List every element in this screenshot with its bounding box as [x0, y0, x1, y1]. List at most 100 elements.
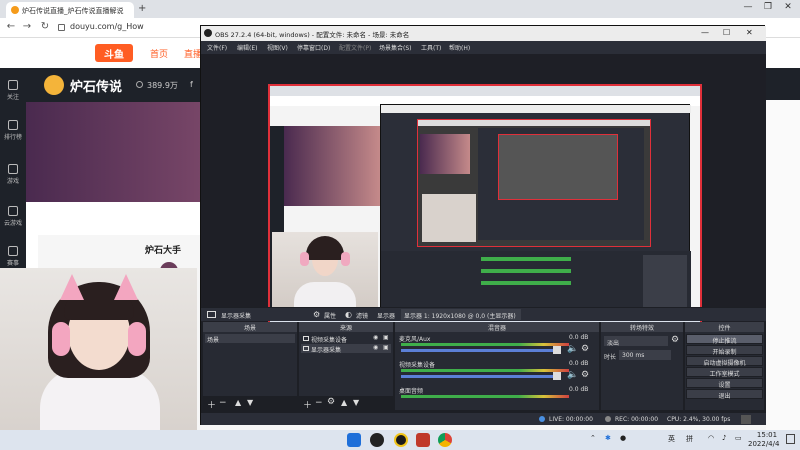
new-tab-button[interactable]: + [138, 3, 146, 14]
volume-icon[interactable]: ♪ [722, 434, 726, 442]
back-button[interactable]: ← [4, 21, 18, 32]
filter-icon[interactable]: ◐ [345, 310, 352, 319]
gear-icon[interactable]: ⚙ [313, 310, 320, 319]
lock-icon[interactable]: ▣ [383, 334, 389, 341]
chrome-taskbar-icon[interactable] [438, 433, 452, 447]
menu-tools[interactable]: 工具(T) [421, 43, 441, 52]
source-item-display[interactable]: 显示器采集 ◉ ▣ [301, 344, 391, 354]
channel-name: 麦克风/Aux [399, 336, 431, 343]
headphone-right-icon [128, 322, 146, 356]
stop-streaming-button[interactable]: 停止推流 [686, 334, 763, 345]
scene-item[interactable]: 场景 [205, 334, 295, 344]
source-add-button[interactable]: ＋ [303, 398, 312, 411]
ime-indicator[interactable]: 拼 [686, 434, 693, 444]
nested2-preview [498, 134, 618, 200]
volume-slider[interactable] [401, 375, 557, 378]
eye-icon[interactable]: ◉ [373, 334, 378, 341]
notification-icon[interactable] [786, 434, 795, 444]
reload-button[interactable]: ↻ [38, 21, 52, 32]
restore-button[interactable]: ❐ [760, 2, 776, 12]
sidebar-item-rank[interactable]: 排行榜 [0, 120, 26, 141]
tray-chevron-icon[interactable]: ⌃ [590, 434, 596, 442]
nested-headphone-right [341, 252, 350, 266]
obs-title-bar: OBS 27.2.4 (64-bit, windows) - 配置文件: 未命名… [201, 26, 766, 41]
studio-mode-button[interactable]: 工作室模式 [686, 367, 763, 378]
heart-icon [8, 80, 18, 90]
start-virtual-camera-button[interactable]: 启动虚拟摄像机 [686, 356, 763, 367]
nested2-webcam [422, 194, 476, 242]
filters-button[interactable]: 滤镜 [356, 311, 368, 320]
gear-icon[interactable]: ⚙ [581, 344, 589, 354]
obs-close-button[interactable]: ✕ [746, 28, 753, 37]
source-remove-button[interactable]: − [315, 398, 323, 408]
url-input[interactable]: douyu.com/g_How [70, 22, 144, 31]
volume-slider[interactable] [401, 349, 557, 352]
preview-canvas[interactable] [268, 84, 702, 328]
obs-maximize-button[interactable]: ☐ [723, 28, 730, 37]
sidebar-item-follow[interactable]: 关注 [0, 80, 26, 101]
properties-button[interactable]: 属性 [324, 311, 336, 320]
duration-input[interactable]: 300 ms [619, 350, 671, 360]
transition-select[interactable]: 淡出 [604, 336, 668, 347]
menu-scene-collection[interactable]: 场景集合(S) [379, 43, 412, 52]
menu-edit[interactable]: 编辑(E) [237, 43, 257, 52]
scene-add-button[interactable]: ＋ [207, 398, 216, 411]
scene-up-button[interactable]: ▲ [235, 398, 241, 407]
forward-button[interactable]: → [20, 21, 34, 32]
mixer-dock: 混音器 麦克风/Aux 0.0 dB 🔈 ⚙ 视频采集设备 0.0 dB 🔈 ⚙… [395, 322, 599, 410]
menu-profile[interactable]: 配置文件(P) [339, 43, 371, 52]
exit-button[interactable]: 退出 [686, 389, 763, 400]
tray-app-icon[interactable]: ● [620, 434, 626, 442]
slider-handle[interactable] [553, 346, 561, 354]
gear-icon[interactable]: ⚙ [581, 370, 589, 380]
minimize-button[interactable]: — [740, 2, 756, 12]
follower-unit: f [190, 80, 193, 89]
close-button[interactable]: ✕ [780, 2, 796, 12]
scene-down-button[interactable]: ▼ [247, 398, 253, 407]
douyu-logo[interactable]: 斗鱼 [95, 44, 133, 62]
menu-help[interactable]: 帮助(H) [449, 43, 470, 52]
start-windows-icon[interactable] [347, 433, 361, 447]
speaker-icon[interactable]: 🔈 [567, 370, 578, 380]
bluetooth-icon[interactable]: ✱ [605, 434, 611, 442]
source-toolbar: 显示器采集 ⚙ 属性 ◐ 滤镜 显示器 显示器 1: 1920x1080 @ 0… [201, 307, 766, 321]
clock-time[interactable]: 15:01 [752, 431, 782, 439]
lock-icon[interactable]: ▣ [383, 344, 389, 351]
source-down-button[interactable]: ▼ [353, 398, 359, 407]
nav-home[interactable]: 首页 [150, 47, 168, 60]
app2-taskbar-icon[interactable] [416, 433, 430, 447]
menu-file[interactable]: 文件(F) [207, 43, 227, 52]
sidebar-item-cloud-games[interactable]: 云游戏 [0, 206, 26, 227]
eye-icon[interactable]: ◉ [373, 344, 378, 351]
language-indicator[interactable]: 英 [668, 434, 675, 444]
obs-minimize-button[interactable]: — [701, 28, 709, 37]
sidebar-item-events[interactable]: 赛事 [0, 246, 26, 267]
slider-handle[interactable] [553, 372, 561, 380]
obs-menu-bar: 文件(F) 编辑(E) 视图(V) 停靠窗口(D) 配置文件(P) 场景集合(S… [201, 41, 766, 54]
source-item-camera[interactable]: 视频采集设备 ◉ ▣ [301, 334, 391, 344]
preview-area[interactable] [201, 54, 766, 330]
anchor-name[interactable]: 炉石大手 [145, 243, 181, 256]
scene-remove-button[interactable]: − [219, 398, 227, 408]
rec-indicator-icon [605, 416, 611, 422]
browser-tab[interactable]: 炉石传说直播_炉石传说直播解说 [6, 2, 134, 18]
source-label: 显示器采集 [311, 347, 342, 354]
display-select[interactable]: 显示器 1: 1920x1080 @ 0,0 (主显示器) [401, 309, 521, 320]
transitions-dock: 转场特效 淡出 ⚙ 时长 300 ms [601, 322, 683, 410]
source-settings-gear-icon[interactable]: ⚙ [327, 397, 335, 407]
gear-icon[interactable]: ⚙ [671, 335, 679, 345]
nested-banner [284, 126, 380, 206]
app-taskbar-icon[interactable] [394, 433, 408, 447]
battery-icon[interactable]: ▭ [735, 434, 742, 442]
menu-view[interactable]: 视图(V) [267, 43, 288, 52]
source-up-button[interactable]: ▲ [341, 398, 347, 407]
menu-docks[interactable]: 停靠窗口(D) [297, 43, 330, 52]
speaker-icon[interactable]: 🔈 [567, 344, 578, 354]
douyu-favicon-icon [11, 6, 19, 14]
sidebar-item-games[interactable]: 游戏 [0, 164, 26, 185]
clock-date[interactable]: 2022/4/4 [748, 440, 779, 448]
start-recording-button[interactable]: 开始录制 [686, 345, 763, 356]
wifi-icon[interactable]: ◠ [708, 434, 714, 442]
obs-taskbar-icon[interactable] [370, 433, 384, 447]
settings-button[interactable]: 设置 [686, 378, 763, 389]
